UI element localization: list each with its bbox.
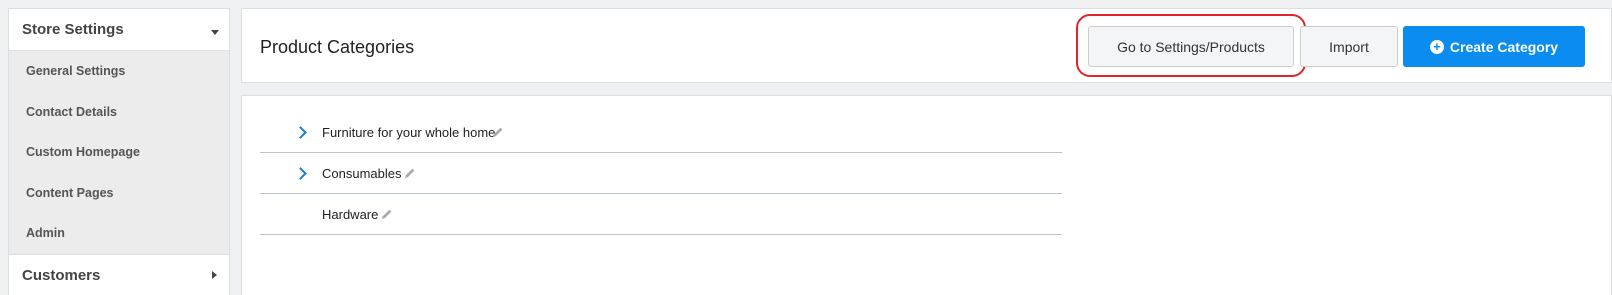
sidebar-section-label: Store Settings — [22, 21, 124, 38]
category-list: Furniture for your whole home Consumable… — [260, 112, 1062, 235]
sidebar-section-label: Customers — [22, 266, 101, 284]
category-name: Hardware — [322, 206, 379, 222]
caret-down-icon — [211, 29, 219, 35]
create-category-label: Create Category — [1449, 38, 1559, 55]
import-button[interactable]: Import — [1300, 26, 1398, 67]
pencil-icon[interactable] — [404, 167, 416, 179]
chevron-right-icon[interactable] — [294, 125, 307, 139]
go-to-settings-products-button[interactable]: Go to Settings/Products — [1088, 26, 1294, 67]
category-row: Furniture for your whole home — [260, 112, 1062, 153]
sidebar-submenu: General Settings Contact Details Custom … — [9, 51, 229, 254]
categories-panel: Furniture for your whole home Consumable… — [241, 95, 1612, 295]
pencil-icon[interactable] — [381, 208, 393, 220]
sidebar-item-content-pages[interactable]: Content Pages — [9, 173, 229, 214]
plus-circle-icon: + — [1429, 39, 1444, 54]
category-row: Hardware — [260, 194, 1062, 235]
pencil-icon[interactable] — [492, 126, 504, 138]
category-name: Furniture for your whole home — [322, 124, 496, 140]
page-header: Product Categories Go to Settings/Produc… — [241, 8, 1612, 83]
category-name: Consumables — [322, 165, 402, 181]
sidebar-item-label: Contact Details — [26, 104, 117, 119]
sidebar-item-label: Content Pages — [26, 185, 114, 200]
create-category-button[interactable]: + Create Category — [1403, 26, 1585, 67]
category-row: Consumables — [260, 153, 1062, 194]
sidebar-item-label: Admin — [26, 226, 65, 241]
sidebar-section-customers[interactable]: Customers — [9, 253, 229, 295]
chevron-right-icon[interactable] — [294, 166, 307, 180]
sidebar-item-label: Custom Homepage — [26, 145, 140, 160]
sidebar-item-label: General Settings — [26, 64, 126, 79]
caret-right-icon — [212, 271, 217, 279]
sidebar-section-store-settings[interactable]: Store Settings — [9, 9, 229, 51]
page-title: Product Categories — [260, 37, 415, 57]
sidebar-item-general-settings[interactable]: General Settings — [9, 51, 229, 92]
sidebar-item-admin[interactable]: Admin — [9, 213, 229, 254]
sidebar-item-custom-homepage[interactable]: Custom Homepage — [9, 132, 229, 173]
sidebar-item-contact-details[interactable]: Contact Details — [9, 92, 229, 133]
sidebar: Store Settings General Settings Contact … — [8, 8, 230, 295]
